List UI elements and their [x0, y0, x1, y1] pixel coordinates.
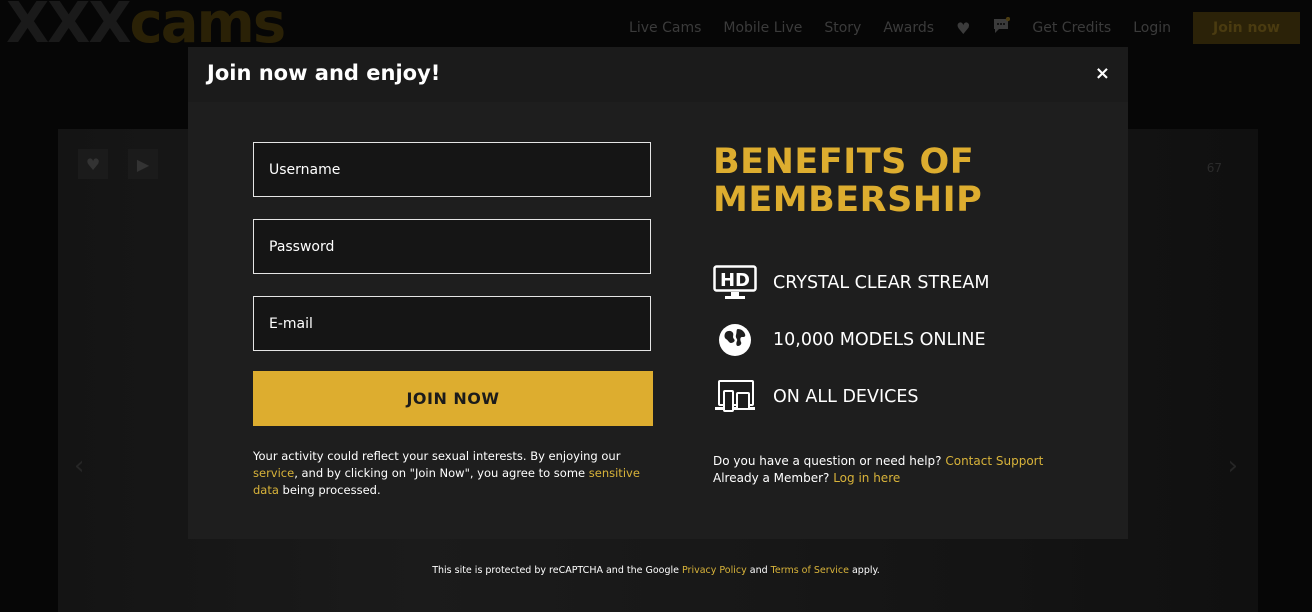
top-navigation: Live Cams Mobile Live Story Awards ♥ Get… [629, 8, 1312, 48]
benefit-item: HD CRYSTAL CLEAR STREAM [713, 263, 1093, 303]
signup-form: JOIN NOW Your activity could reflect you… [253, 142, 653, 499]
member-question: Already a Member? [713, 471, 834, 485]
logo-text-xxx: XXX [6, 0, 132, 56]
benefits-title: BENEFITS OF MEMBERSHIP [713, 143, 1093, 219]
help-text: Do you have a question or need help? Con… [713, 453, 1093, 487]
support-question: Do you have a question or need help? [713, 454, 946, 468]
nav-awards[interactable]: Awards [883, 20, 934, 36]
privacy-policy-link[interactable]: Privacy Policy [682, 565, 747, 576]
nav-story[interactable]: Story [824, 20, 861, 36]
heart-icon[interactable]: ♥ [956, 19, 970, 38]
recaptcha-text-3: apply. [848, 565, 880, 576]
devices-icon [713, 377, 759, 417]
favorite-heart-icon[interactable]: ♥ [78, 149, 108, 179]
password-field-wrapper [253, 219, 651, 274]
recaptcha-text-1: This site is protected by reCAPTCHA and … [432, 565, 682, 576]
legal-text-1: Your activity could reflect your sexual … [253, 449, 621, 463]
terms-of-service-link[interactable]: Terms of Service [771, 565, 849, 576]
contact-support-link[interactable]: Contact Support [945, 454, 1043, 468]
username-field-wrapper [253, 142, 651, 197]
svg-text:HD: HD [720, 270, 750, 291]
modal-title: Join now and enjoy! [207, 61, 441, 85]
nav-mobile-live[interactable]: Mobile Live [723, 20, 802, 36]
benefits-title-line1: BENEFITS OF [713, 142, 975, 182]
play-icon[interactable]: ▶ [128, 149, 158, 179]
nav-login[interactable]: Login [1133, 20, 1171, 36]
legal-notice: Your activity could reflect your sexual … [253, 448, 653, 499]
email-input[interactable] [269, 315, 635, 332]
benefits-panel: BENEFITS OF MEMBERSHIP HD CRYSTAL CLEAR … [713, 143, 1093, 487]
legal-text-3: being processed. [278, 483, 381, 497]
support-line: Do you have a question or need help? Con… [713, 453, 1093, 470]
benefit-list: HD CRYSTAL CLEAR STREAM 10,000 MODELS ON… [713, 263, 1093, 417]
benefit-item: 10,000 MODELS ONLINE [713, 320, 1093, 360]
benefit-item: ON ALL DEVICES [713, 377, 1093, 417]
service-link[interactable]: service [253, 466, 294, 480]
site-logo[interactable]: XXXcams [6, 0, 286, 56]
chevron-left-icon[interactable]: ‹ [74, 451, 84, 481]
globe-icon [713, 320, 759, 360]
nav-get-credits[interactable]: Get Credits [1032, 20, 1111, 36]
log-in-link[interactable]: Log in here [833, 471, 900, 485]
benefits-title-line2: MEMBERSHIP [713, 180, 983, 220]
viewer-count: 67 [1206, 161, 1222, 175]
member-line: Already a Member? Log in here [713, 470, 1093, 487]
nav-live-cams[interactable]: Live Cams [629, 20, 701, 36]
recaptcha-text-2: and [746, 565, 771, 576]
benefit-label: ON ALL DEVICES [773, 387, 919, 407]
benefit-label: CRYSTAL CLEAR STREAM [773, 273, 990, 293]
chevron-right-icon[interactable]: › [1228, 451, 1238, 481]
signup-modal: Join now and enjoy! × JOIN NOW Your acti… [188, 47, 1128, 539]
benefit-label: 10,000 MODELS ONLINE [773, 330, 986, 350]
password-input[interactable] [269, 238, 635, 255]
recaptcha-notice: This site is protected by reCAPTCHA and … [0, 565, 1312, 576]
close-icon[interactable]: × [1095, 62, 1110, 86]
modal-header: Join now and enjoy! × [188, 47, 1128, 102]
legal-text-2: , and by clicking on "Join Now", you agr… [294, 466, 589, 480]
email-field-wrapper [253, 296, 651, 351]
username-input[interactable] [269, 161, 635, 178]
hd-screen-icon: HD [713, 263, 759, 303]
header-join-button[interactable]: Join now [1193, 12, 1300, 44]
join-now-button[interactable]: JOIN NOW [253, 371, 653, 426]
chat-icon[interactable] [992, 16, 1011, 39]
